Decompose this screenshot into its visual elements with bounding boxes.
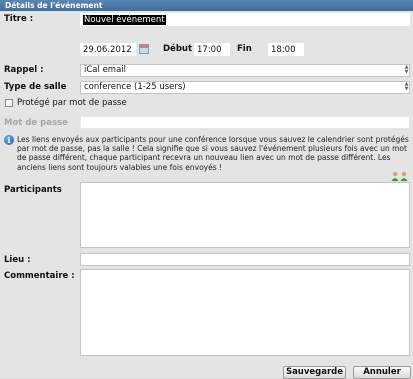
- dialog-title: Détails de l'événement: [5, 1, 103, 10]
- room-type-select[interactable]: conference (1-25 users) ▲ ▼: [80, 81, 410, 94]
- comment-textarea[interactable]: [80, 269, 410, 356]
- reminder-label: Rappel :: [4, 65, 44, 75]
- end-time-input[interactable]: 18:00: [268, 43, 304, 56]
- participants-list[interactable]: [80, 182, 410, 248]
- room-type-label: Type de salle: [4, 82, 67, 92]
- info-icon: i: [4, 135, 14, 145]
- title-input-value: Nouvel événement: [83, 15, 166, 25]
- reminder-select-value: iCal email: [84, 65, 127, 75]
- dialog-titlebar: Détails de l'événement: [0, 0, 413, 11]
- password-input: [80, 116, 410, 129]
- title-input[interactable]: Nouvel événement: [80, 13, 410, 26]
- start-time-input[interactable]: 17:00: [194, 43, 230, 56]
- location-input[interactable]: [80, 253, 410, 266]
- start-label: Début: [163, 44, 193, 54]
- event-details-dialog: Détails de l'événement Titre : Nouvel év…: [0, 0, 413, 379]
- save-button[interactable]: Sauvegarde: [283, 366, 346, 379]
- people-icon[interactable]: [400, 171, 408, 181]
- comment-label: Commentaire :: [4, 271, 75, 281]
- password-info-text: Les liens envoyés aux participants pour …: [17, 135, 409, 172]
- calendar-icon[interactable]: [139, 44, 149, 54]
- password-protected-checkbox[interactable]: [5, 99, 13, 107]
- chevron-updown-icon: ▲ ▼: [404, 64, 409, 75]
- location-label: Lieu :: [4, 255, 31, 265]
- chevron-updown-icon: ▲ ▼: [404, 81, 409, 92]
- participants-label: Participants: [4, 185, 62, 195]
- room-type-select-value: conference (1-25 users): [84, 82, 186, 92]
- date-input[interactable]: 29.06.2012: [80, 43, 136, 56]
- password-protected-label: Protégé par mot de passe: [17, 98, 127, 108]
- reminder-select[interactable]: iCal email ▲ ▼: [80, 64, 410, 77]
- end-label: Fin: [237, 44, 252, 54]
- password-label: Mot de passe: [4, 118, 68, 128]
- cancel-button[interactable]: Annuler: [353, 366, 411, 379]
- title-label: Titre :: [4, 14, 34, 24]
- people-icon[interactable]: [391, 171, 399, 181]
